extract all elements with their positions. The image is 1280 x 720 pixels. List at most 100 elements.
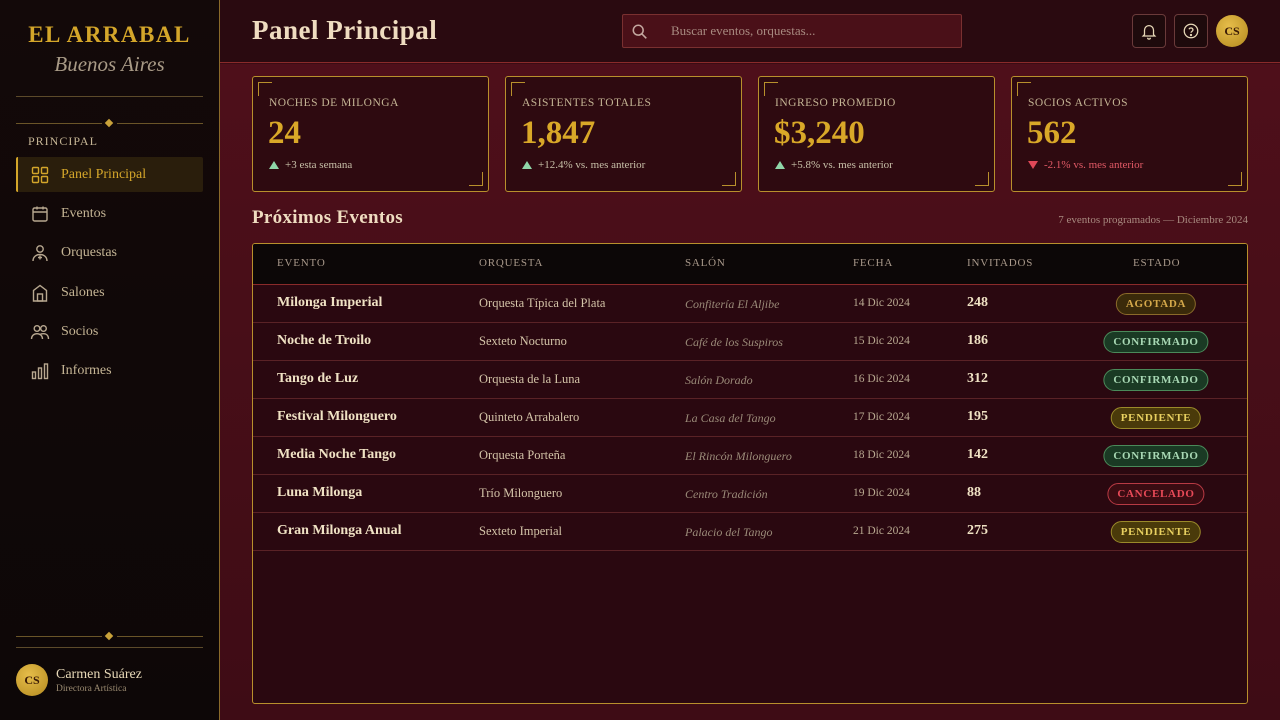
trend-up-icon [775,161,785,169]
status-badge: CONFIRMADO [1103,445,1209,467]
guest-count: 88 [967,485,981,500]
event-name[interactable]: Gran Milonga Anual [277,523,401,539]
guest-count: 195 [967,409,988,424]
sidebar-item-label: Informes [61,363,112,379]
stat-value: 1,847 [521,115,596,151]
orchestra-name: Orquesta Típica del Plata [479,296,606,310]
stat-value: $3,240 [774,115,865,151]
sidebar-item-salones[interactable]: Salones [16,275,203,310]
status-badge: CANCELADO [1107,483,1205,505]
event-name[interactable]: Milonga Imperial [277,295,382,311]
table-row[interactable]: Media Noche Tango Orquesta Porteña El Rinc… [253,437,1247,475]
sidebar-item-eventos[interactable]: Eventos [16,196,203,231]
table-row[interactable]: Noche de Troilo Sexteto Nocturno Café de l… [253,323,1247,361]
orchestra-name: Quinteto Arrabalero [479,410,580,424]
sidebar-item-panel[interactable]: Panel Principal [16,157,203,192]
column-header[interactable]: FECHA [853,257,893,269]
trend-down-icon [1028,161,1038,169]
event-date: 15 Dic 2024 [853,335,910,347]
bell-icon [1141,24,1157,40]
event-date: 16 Dic 2024 [853,373,910,385]
event-date: 18 Dic 2024 [853,449,910,461]
stat-delta: +12.4% vs. mes anterior [522,159,645,171]
status-badge: CONFIRMADO [1103,369,1209,391]
stat-label: ASISTENTES TOTALES [522,97,652,109]
trend-up-icon [269,161,279,169]
event-name[interactable]: Luna Milonga [277,485,362,501]
header-avatar[interactable]: CS [1216,15,1248,47]
brand: EL ARRABAL Buenos Aires [0,0,219,77]
bar-chart-icon [30,361,50,381]
sidebar-item-label: Panel Principal [61,166,147,182]
brand-title: EL ARRABAL [28,22,191,47]
sidebar: EL ARRABAL Buenos Aires PRINCIPAL Panel … [0,0,220,720]
table-body: Milonga Imperial Orquesta Típica del Plat… [253,285,1247,551]
events-table: EVENTO ORQUESTA SALÓN FECHA INVITADOS ES… [252,243,1248,704]
stat-label: NOCHES DE MILONGA [269,97,399,109]
column-header[interactable]: ESTADO [1133,257,1180,269]
status-badge: PENDIENTE [1110,407,1202,429]
guest-count: 312 [967,371,988,386]
event-date: 19 Dic 2024 [853,487,910,499]
sidebar-item-socios[interactable]: Socios [16,315,203,350]
orchestra-name: Orquesta Porteña [479,448,566,462]
stat-value: 24 [268,115,301,151]
top-header: Panel Principal CS [220,0,1280,63]
venue-name: Palacio del Tango [685,525,773,539]
page-title: Panel Principal [252,15,438,45]
divider [16,647,203,648]
stat-card-socios: SOCIOS ACTIVOS 562 -2.1% vs. mes anterio… [1011,76,1248,192]
event-name[interactable]: Media Noche Tango [277,447,396,463]
user-name: Carmen Suárez [56,666,142,682]
status-badge: PENDIENTE [1110,521,1202,543]
table-row[interactable]: Tango de Luz Orquesta de la Luna Salón Dor… [253,361,1247,399]
event-name[interactable]: Noche de Troilo [277,333,371,349]
venue-name: Centro Tradición [685,487,768,501]
stat-card-asistentes: ASISTENTES TOTALES 1,847 +12.4% vs. mes … [505,76,742,192]
status-badge: CONFIRMADO [1103,331,1209,353]
musician-icon [30,243,50,263]
ornament-divider [16,118,203,128]
table-row[interactable]: Festival Milonguero Quinteto Arrabalero La… [253,399,1247,437]
column-header[interactable]: INVITADOS [967,257,1033,269]
event-date: 17 Dic 2024 [853,411,910,423]
column-header[interactable]: EVENTO [277,257,326,269]
table-row[interactable]: Gran Milonga Anual Sexteto Imperial Palaci… [253,513,1247,551]
sidebar-item-orquestas[interactable]: Orquestas [16,236,203,271]
avatar: CS [16,664,48,696]
notifications-button[interactable] [1132,14,1166,48]
event-name[interactable]: Tango de Luz [277,371,358,387]
user-profile[interactable]: CS Carmen Suárez Directora Artística [16,664,142,696]
stat-card-ingreso: INGRESO PROMEDIO $3,240 +5.8% vs. mes an… [758,76,995,192]
brand-subtitle: Buenos Aires [54,52,165,76]
sidebar-item-label: Salones [61,284,105,300]
column-header[interactable]: SALÓN [685,257,726,269]
sidebar-item-label: Orquestas [61,245,117,261]
guest-count: 248 [967,295,988,310]
table-row[interactable]: Milonga Imperial Orquesta Típica del Plat… [253,285,1247,323]
divider [16,96,203,97]
sidebar-item-label: Eventos [61,205,107,221]
table-header: EVENTO ORQUESTA SALÓN FECHA INVITADOS ES… [253,244,1247,285]
event-date: 14 Dic 2024 [853,297,910,309]
calendar-icon [30,204,50,224]
venue-name: Salón Dorado [685,373,753,387]
sidebar-item-informes[interactable]: Informes [16,354,203,389]
guest-count: 275 [967,523,988,538]
stat-label: SOCIOS ACTIVOS [1028,97,1128,109]
user-role: Directora Artística [56,683,127,694]
event-name[interactable]: Festival Milonguero [277,409,397,425]
venue-name: Café de los Suspiros [685,335,783,349]
search-icon [632,24,647,39]
orchestra-name: Sexteto Imperial [479,524,562,538]
column-header[interactable]: ORQUESTA [479,257,543,269]
orchestra-name: Orquesta de la Luna [479,372,581,386]
search-input[interactable] [671,15,951,47]
venue-name: Confitería El Aljibe [685,297,780,311]
stat-value: 562 [1027,115,1077,151]
help-icon [1183,23,1199,39]
sidebar-item-label: Socios [61,324,99,340]
people-icon [30,322,50,342]
help-button[interactable] [1174,14,1208,48]
table-row[interactable]: Luna Milonga Trío Milonguero Centro Tradic… [253,475,1247,513]
